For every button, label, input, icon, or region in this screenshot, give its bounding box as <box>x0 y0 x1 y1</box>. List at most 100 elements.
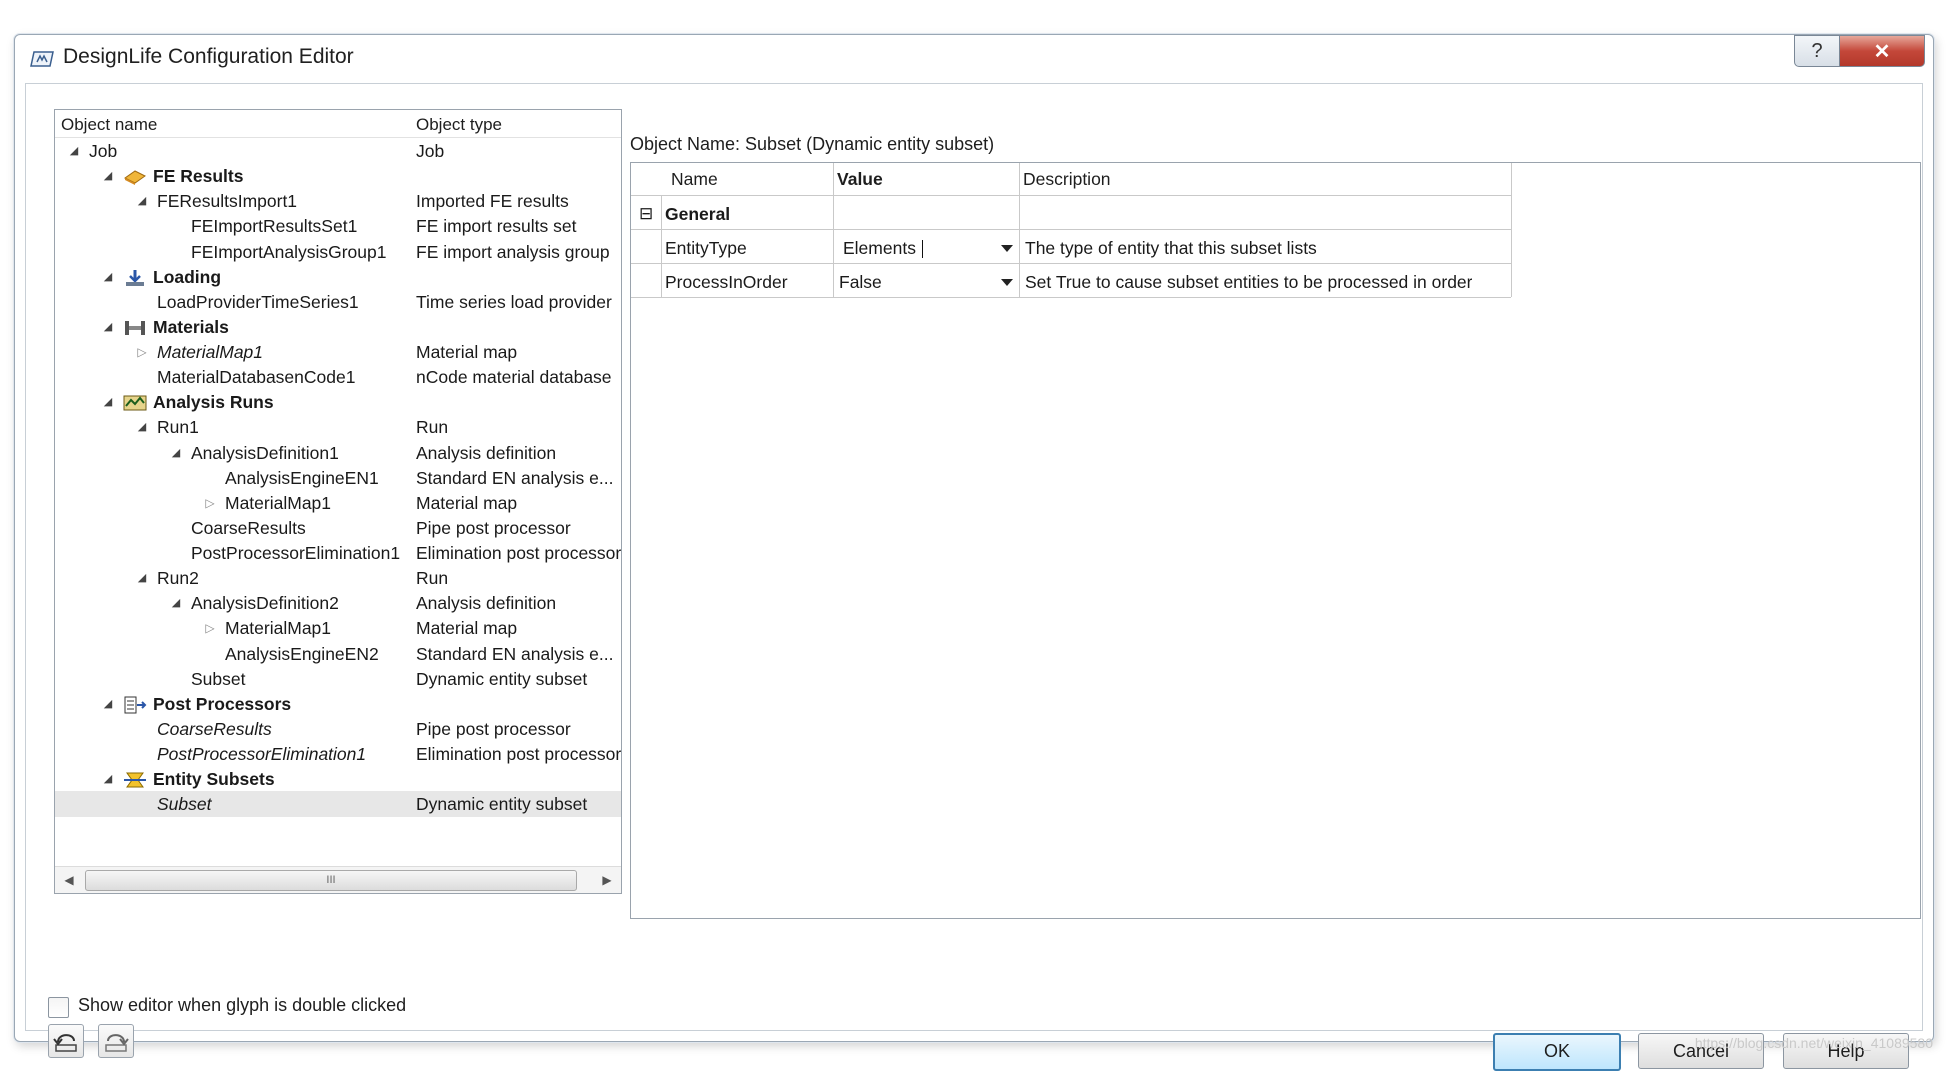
tree-item-name[interactable]: FEResultsImport1 <box>157 188 297 214</box>
undo-button[interactable] <box>48 1024 84 1058</box>
entity-subsets-icon <box>123 770 147 788</box>
tree-row[interactable]: PostProcessorElimination1 Elimination pos… <box>55 741 621 767</box>
tree-item-name[interactable]: Entity Subsets <box>153 766 275 792</box>
tree-item-name[interactable]: MaterialDatabasenCode1 <box>157 364 355 390</box>
collapse-category-icon[interactable]: ⊟ <box>639 201 653 227</box>
grid-header-description[interactable]: Description <box>1023 163 1423 196</box>
tree-row[interactable]: ◢ AnalysisDefinition2 Analysis definition <box>55 590 621 616</box>
expanded-arrow-icon[interactable]: ◢ <box>101 766 115 792</box>
tree-item-type: Run <box>416 417 449 438</box>
tree-item-name[interactable]: AnalysisEngineEN2 <box>225 641 379 667</box>
tree-row[interactable]: ◢ Job Job <box>55 138 621 164</box>
tree-item-type: FE import results set <box>416 216 577 237</box>
tree-item-name[interactable]: CoarseResults <box>157 716 272 742</box>
tree-row[interactable]: ◢ Post Processors <box>55 691 621 717</box>
tree-item-name[interactable]: Analysis Runs <box>153 389 274 415</box>
scroll-right-icon[interactable]: ▶ <box>595 867 619 893</box>
ok-button[interactable]: OK <box>1493 1033 1621 1071</box>
expanded-arrow-icon[interactable]: ◢ <box>169 440 183 466</box>
tree-header: Object name Object type <box>55 110 621 138</box>
grid-header-value[interactable]: Value <box>837 163 977 196</box>
tree-item-name[interactable]: Post Processors <box>153 691 291 717</box>
tree-row[interactable]: LoadProviderTimeSeries1 Time series load … <box>55 289 621 315</box>
tree-item-name[interactable]: LoadProviderTimeSeries1 <box>157 289 359 315</box>
property-description-entitytype: The type of entity that this subset list… <box>1025 238 1317 258</box>
help-title-button[interactable]: ? <box>1794 35 1840 67</box>
expanded-arrow-icon[interactable]: ◢ <box>101 163 115 189</box>
tree-row[interactable]: FEImportAnalysisGroup1 FE import analysis… <box>55 239 621 265</box>
expanded-arrow-icon[interactable]: ◢ <box>101 389 115 415</box>
horizontal-scrollbar[interactable]: ◀ III ▶ <box>55 866 621 893</box>
collapsed-arrow-icon[interactable]: ▷ <box>203 615 217 641</box>
tree-item-type: Material map <box>416 618 518 639</box>
tree-row[interactable]: ▷ MaterialMap1 Material map <box>55 339 621 365</box>
expanded-arrow-icon[interactable]: ◢ <box>101 691 115 717</box>
tree-item-type: Run <box>416 568 449 589</box>
tree-item-name[interactable]: Materials <box>153 314 229 340</box>
tree-item-name[interactable]: PostProcessorElimination1 <box>191 540 400 566</box>
expanded-arrow-icon[interactable]: ◢ <box>135 188 149 214</box>
column-header-object-type[interactable]: Object type <box>416 115 502 135</box>
tree-row[interactable]: ▷ MaterialMap1 Material map <box>55 490 621 516</box>
expanded-arrow-icon[interactable]: ◢ <box>67 138 81 164</box>
tree-item-name[interactable]: Run1 <box>157 414 199 440</box>
tree-row[interactable]: ◢ Loading <box>55 264 621 290</box>
column-header-object-name[interactable]: Object name <box>61 115 157 135</box>
tree-item-name[interactable]: CoarseResults <box>191 515 306 541</box>
tree-row[interactable]: ◢ Analysis Runs <box>55 389 621 415</box>
tree-item-name[interactable]: MaterialMap1 <box>225 490 331 516</box>
close-button[interactable]: ✕ <box>1840 35 1925 67</box>
scroll-thumb[interactable]: III <box>85 870 577 891</box>
tree-row[interactable]: CoarseResults Pipe post processor <box>55 716 621 742</box>
grid-header-name[interactable]: Name <box>671 163 791 196</box>
tree-row[interactable]: PostProcessorElimination1 Elimination pos… <box>55 540 621 566</box>
tree-row[interactable]: AnalysisEngineEN2 Standard EN analysis e.… <box>55 641 621 667</box>
tree-row[interactable]: MaterialDatabasenCode1 nCode material dat… <box>55 364 621 390</box>
property-value-entitytype[interactable]: Elements <box>843 235 993 261</box>
expanded-arrow-icon[interactable]: ◢ <box>135 565 149 591</box>
redo-button[interactable] <box>98 1024 134 1058</box>
tree-item-name[interactable]: MaterialMap1 <box>157 339 263 365</box>
property-name-processinorder: ProcessInOrder <box>665 272 788 292</box>
tree-row[interactable]: AnalysisEngineEN1 Standard EN analysis e.… <box>55 465 621 491</box>
tree-row[interactable]: Subset Dynamic entity subset <box>55 666 621 692</box>
tree-item-name[interactable]: AnalysisDefinition2 <box>191 590 339 616</box>
tree-item-name[interactable]: Job <box>89 138 117 164</box>
expanded-arrow-icon[interactable]: ◢ <box>101 264 115 290</box>
tree-item-name[interactable]: AnalysisEngineEN1 <box>225 465 379 491</box>
collapsed-arrow-icon[interactable]: ▷ <box>135 339 149 365</box>
tree-item-name[interactable]: MaterialMap1 <box>225 615 331 641</box>
tree-row[interactable]: FEImportResultsSet1 FE import results set <box>55 213 621 239</box>
tree-item-name[interactable]: FEImportResultsSet1 <box>191 213 357 239</box>
grid-header-spacer <box>631 163 661 196</box>
show-editor-checkbox[interactable] <box>48 997 69 1018</box>
processinorder-dropdown-icon[interactable] <box>1001 279 1013 286</box>
tree-item-name[interactable]: FE Results <box>153 163 243 189</box>
tree-row[interactable]: ▷ MaterialMap1 Material map <box>55 615 621 641</box>
tree-row[interactable]: CoarseResults Pipe post processor <box>55 515 621 541</box>
expanded-arrow-icon[interactable]: ◢ <box>169 590 183 616</box>
tree-item-name[interactable]: PostProcessorElimination1 <box>157 741 366 767</box>
tree-row[interactable]: ◢ AnalysisDefinition1 Analysis definition <box>55 440 621 466</box>
tree-row[interactable]: ◢ FEResultsImport1 Imported FE results <box>55 188 621 214</box>
property-value-processinorder[interactable]: False <box>839 269 989 295</box>
expanded-arrow-icon[interactable]: ◢ <box>101 314 115 340</box>
show-editor-checkbox-label[interactable]: Show editor when glyph is double clicked <box>78 995 406 1016</box>
tree-item-name[interactable]: Subset <box>191 666 245 692</box>
tree-item-name[interactable]: Run2 <box>157 565 199 591</box>
tree-row[interactable]: ◢ FE Results <box>55 163 621 189</box>
expanded-arrow-icon[interactable]: ◢ <box>135 414 149 440</box>
tree-item-name[interactable]: AnalysisDefinition1 <box>191 440 339 466</box>
tree-row[interactable]: ◢ Materials <box>55 314 621 340</box>
tree-row[interactable]: ◢ Run2 Run <box>55 565 621 591</box>
tree-row[interactable]: ◢ Run1 Run <box>55 414 621 440</box>
entitytype-dropdown-icon[interactable] <box>1001 245 1013 252</box>
tree-item-name[interactable]: Loading <box>153 264 221 290</box>
tree-item-type: Dynamic entity subset <box>416 668 588 689</box>
tree-row[interactable]: Subset Dynamic entity subset <box>55 791 621 818</box>
collapsed-arrow-icon[interactable]: ▷ <box>203 490 217 516</box>
tree-item-name[interactable]: Subset <box>157 791 211 817</box>
tree-item-name[interactable]: FEImportAnalysisGroup1 <box>191 239 387 265</box>
tree-row[interactable]: ◢ Entity Subsets <box>55 766 621 792</box>
scroll-left-icon[interactable]: ◀ <box>57 867 81 893</box>
